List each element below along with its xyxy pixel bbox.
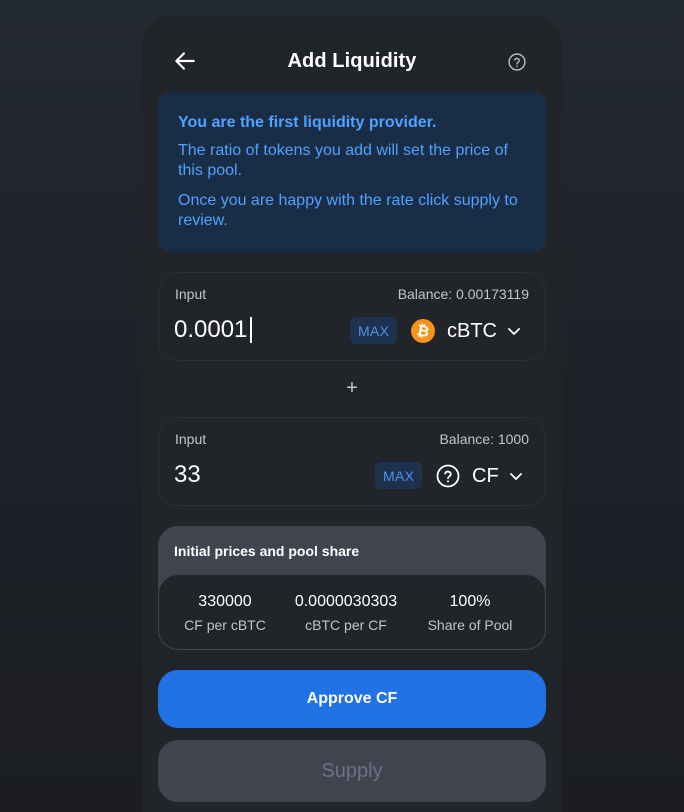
price-value: 330000 (198, 593, 252, 610)
price-label: CF per cBTC (184, 617, 266, 633)
input-panel-cbtc: Input Balance: 0.00173119 MAX ₿ cBTC (158, 272, 546, 361)
price-value: 100% (449, 593, 491, 610)
page-title: Add Liquidity (287, 50, 417, 72)
balance-text: Balance: 1000 (439, 431, 529, 447)
notice-title: You are the first liquidity provider. (178, 114, 437, 131)
price-cell: 330000 CF per cBTC (173, 592, 277, 634)
max-button[interactable]: MAX (375, 462, 423, 489)
chevron-down-icon (508, 328, 520, 335)
supply-button[interactable]: Supply (158, 740, 546, 802)
prices-grid: 330000 CF per cBTC 0.0000030303 cBTC per… (158, 574, 546, 650)
balance-text: Balance: 0.00173119 (397, 286, 529, 302)
token-select-cbtc[interactable]: ₿ cBTC (411, 318, 521, 344)
amount-input-cf[interactable] (174, 461, 324, 489)
price-cell: 100% Share of Pool (417, 592, 523, 634)
text-caret (250, 317, 252, 343)
prices-title: Initial prices and pool share (174, 543, 360, 559)
token-symbol: CF (472, 464, 499, 487)
prices-panel: Initial prices and pool share 330000 CF … (158, 526, 546, 650)
chevron-down-icon (509, 473, 522, 480)
price-label: cBTC per CF (305, 617, 387, 633)
add-liquidity-card: Add Liquidity You are the first liquidit… (142, 16, 562, 812)
plus-icon: + (346, 377, 358, 399)
question-circle-icon (436, 464, 460, 488)
token-select-cf[interactable]: CF (436, 463, 523, 489)
token-symbol: cBTC (447, 319, 497, 342)
question-circle-icon[interactable] (507, 52, 527, 72)
price-value: 0.0000030303 (294, 593, 398, 610)
amount-input-cbtc[interactable] (174, 316, 324, 344)
header: Add Liquidity (142, 16, 562, 92)
price-label: Share of Pool (427, 617, 513, 633)
input-label: Input (175, 431, 207, 447)
input-label: Input (175, 286, 207, 302)
input-panel-cf: Input Balance: 1000 MAX CF (158, 417, 546, 506)
bitcoin-icon: ₿ (411, 319, 435, 343)
notice-text: The ratio of tokens you add will set the… (178, 142, 508, 179)
notice-text: Once you are happy with the rate click s… (178, 192, 518, 229)
max-button[interactable]: MAX (350, 317, 398, 344)
price-cell: 0.0000030303 cBTC per CF (279, 592, 413, 634)
approve-button[interactable]: Approve CF (158, 670, 546, 728)
first-provider-notice: You are the first liquidity provider. Th… (158, 92, 546, 252)
